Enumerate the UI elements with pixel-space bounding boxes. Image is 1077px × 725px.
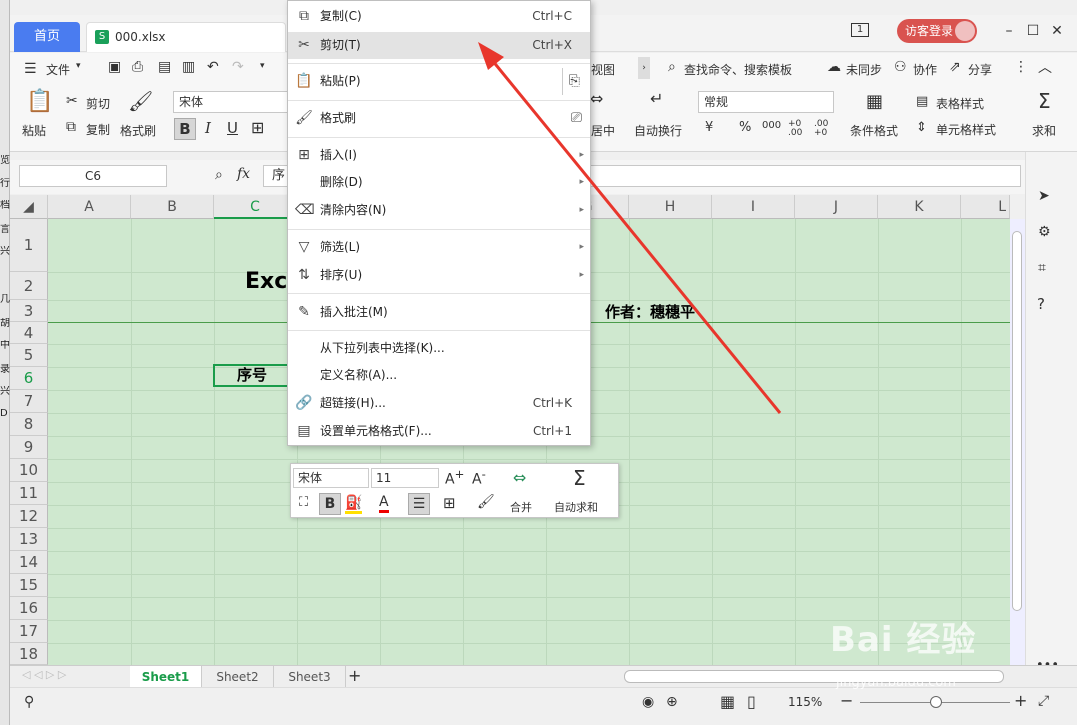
arrow-head <box>478 42 504 70</box>
watermark-url: jingyan.baidu.com <box>836 675 956 690</box>
arrow-shaft <box>490 59 782 414</box>
watermark-logo: Bai 经验 <box>830 620 977 660</box>
